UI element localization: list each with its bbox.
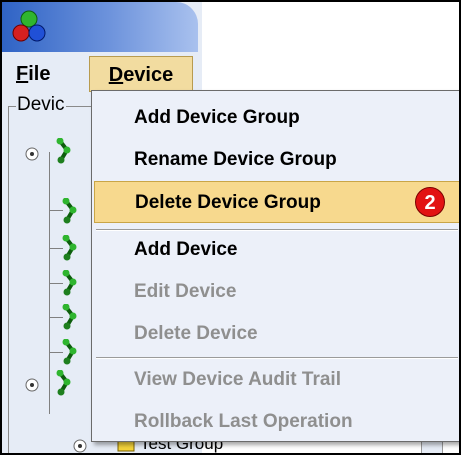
- device-panel-label: Devic: [16, 94, 66, 116]
- menu-item-delete-device-group[interactable]: Delete Device Group 2: [94, 181, 459, 223]
- device-group-icon: [56, 138, 71, 164]
- tree-toggle-icon[interactable]: [24, 146, 40, 162]
- device-group-icon: [56, 370, 71, 396]
- device-group-icon: [62, 198, 77, 224]
- tree-connector: [49, 352, 63, 354]
- device-group-icon: [62, 304, 77, 330]
- tree-connector: [49, 210, 63, 212]
- menu-item-delete-device: Delete Device: [134, 323, 258, 344]
- menu-bar: File Device: [2, 56, 202, 92]
- app-logo-icon: [12, 10, 46, 42]
- menu-item-add-device[interactable]: Add Device: [92, 229, 459, 271]
- menu-item-rename-device-group[interactable]: Rename Device Group: [92, 139, 459, 181]
- menu-item-add-device-group[interactable]: Add Device Group: [92, 97, 459, 139]
- title-bar: [2, 2, 198, 52]
- menu-item-rollback-last-operation: Rollback Last Operation: [134, 411, 353, 432]
- menu-item-edit-device: Edit Device: [134, 281, 237, 302]
- device-group-icon: [62, 270, 77, 296]
- menu-item-view-device-audit-trail: View Device Audit Trail: [134, 369, 341, 390]
- tree-connector: [49, 317, 63, 319]
- screenshot-frame: File Device Devic Test Group Add Device …: [0, 0, 461, 455]
- tree-connector: [49, 283, 63, 285]
- tree-connector: [49, 248, 63, 250]
- step-callout-badge: 2: [415, 187, 445, 217]
- device-group-icon: [62, 339, 77, 365]
- menu-item-label: Delete Device Group: [135, 192, 321, 213]
- menu-file[interactable]: File: [16, 56, 50, 92]
- tree-toggle-icon[interactable]: [72, 438, 88, 454]
- device-menu-dropdown: Add Device Group Rename Device Group Del…: [91, 90, 459, 442]
- tree-toggle-icon[interactable]: [24, 377, 40, 393]
- device-group-icon: [62, 235, 77, 261]
- menu-device[interactable]: Device: [89, 56, 193, 92]
